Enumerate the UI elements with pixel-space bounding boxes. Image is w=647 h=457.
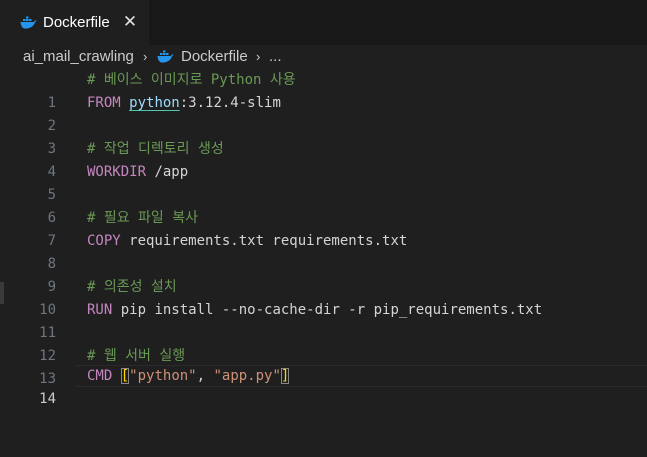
- docker-whale-icon: [157, 50, 174, 63]
- code-line[interactable]: 7 # 필요 파일 복사: [0, 207, 647, 249]
- code-line[interactable]: 9: [0, 253, 647, 295]
- code-line[interactable]: 8 COPY requirements.txt requirements.txt: [0, 230, 647, 272]
- comment: # 의존성 설치: [87, 279, 177, 295]
- breadcrumb-file[interactable]: Dockerfile: [181, 48, 248, 66]
- comment: # 작업 디렉토리 생성: [87, 141, 224, 157]
- code-line[interactable]: 1 # 베이스 이미지로 Python 사용: [0, 69, 647, 111]
- close-icon[interactable]: ✕: [121, 13, 139, 31]
- argument: requirements.txt requirements.txt: [120, 233, 408, 249]
- keyword: COPY: [87, 233, 121, 249]
- tab-bar: Dockerfile ✕: [0, 0, 647, 45]
- code-editor[interactable]: 1 # 베이스 이미지로 Python 사용 2 FROM python:3.1…: [0, 69, 647, 428]
- image-name: python: [129, 95, 180, 111]
- breadcrumb: ai_mail_crawling › Dockerfile › ...: [0, 45, 647, 69]
- docker-whale-icon: [20, 16, 37, 29]
- string: "app.py": [213, 368, 281, 384]
- code-line[interactable]: 6: [0, 184, 647, 226]
- comment: # 베이스 이미지로 Python 사용: [87, 72, 296, 88]
- chevron-right-icon: ›: [143, 49, 148, 64]
- tab-label: Dockerfile: [43, 14, 110, 31]
- keyword: FROM: [87, 95, 121, 111]
- open-bracket: [: [120, 368, 130, 384]
- code-line[interactable]: 3: [0, 115, 647, 157]
- code-line[interactable]: 12: [0, 322, 647, 364]
- comment: # 웹 서버 실행: [87, 348, 186, 364]
- keyword: CMD: [87, 368, 113, 384]
- breadcrumb-folder[interactable]: ai_mail_crawling: [23, 48, 134, 66]
- argument: /app: [146, 164, 189, 180]
- image-tag: :3.12.4-slim: [179, 95, 281, 111]
- code-line[interactable]: 4 # 작업 디렉토리 생성: [0, 138, 647, 180]
- string: "python": [129, 368, 197, 384]
- keyword: RUN: [87, 302, 113, 318]
- keyword: WORKDIR: [87, 164, 147, 180]
- code-line[interactable]: 11 RUN pip install --no-cache-dir -r pip…: [0, 299, 647, 341]
- argument: pip install --no-cache-dir -r pip_requir…: [112, 302, 543, 318]
- code-line[interactable]: 10 # 의존성 설치: [0, 276, 647, 318]
- tab-dockerfile[interactable]: Dockerfile ✕: [0, 0, 149, 45]
- comment: # 필요 파일 복사: [87, 210, 198, 226]
- code-line[interactable]: 2 FROM python:3.12.4-slim: [0, 92, 647, 134]
- code-line-active[interactable]: 14 CMD ["python", "app.py"]: [0, 365, 647, 407]
- code-line[interactable]: 5 WORKDIR /app: [0, 161, 647, 203]
- breadcrumb-more[interactable]: ...: [269, 48, 282, 66]
- chevron-right-icon: ›: [256, 49, 261, 64]
- comma: ,: [196, 368, 214, 384]
- line-number: 14: [39, 391, 56, 407]
- close-bracket: ]: [280, 368, 290, 384]
